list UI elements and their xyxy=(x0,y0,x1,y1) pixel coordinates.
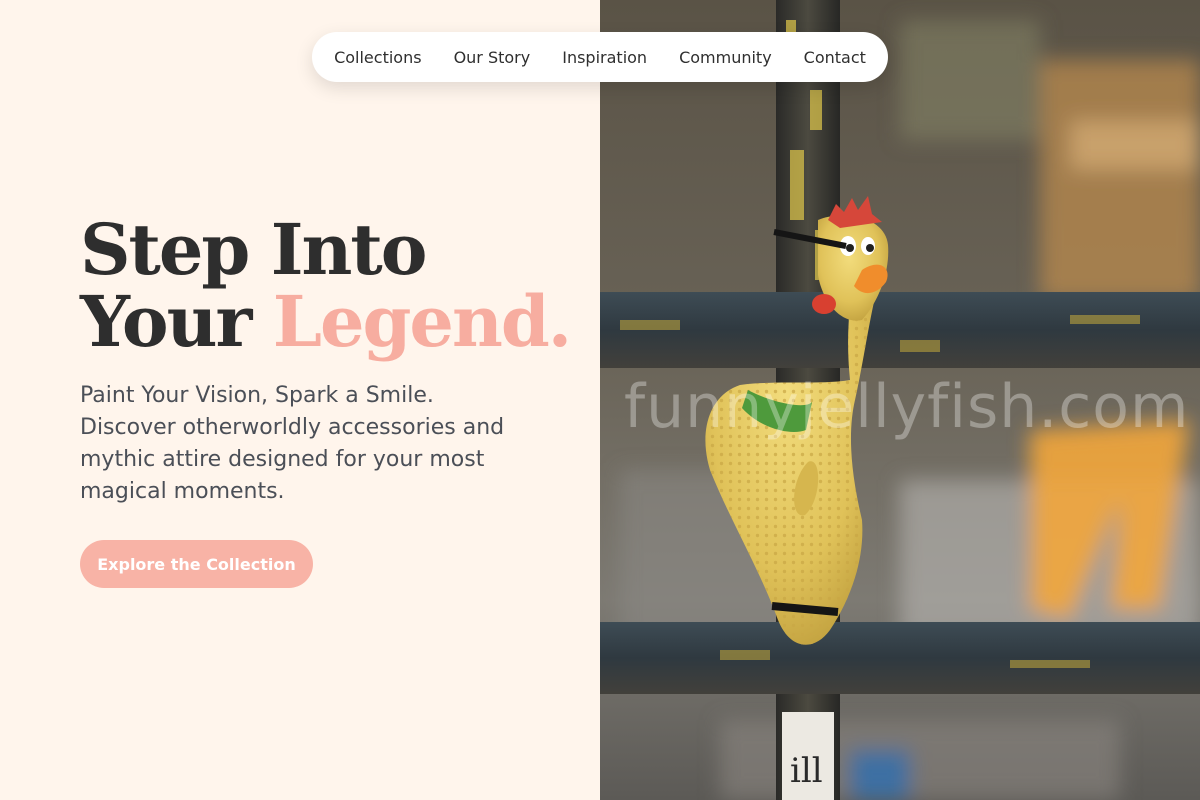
hero-title-line1: Step Into xyxy=(80,208,427,291)
nav-contact[interactable]: Contact xyxy=(804,48,866,67)
nav-inspiration[interactable]: Inspiration xyxy=(562,48,647,67)
nav-collections[interactable]: Collections xyxy=(334,48,421,67)
hero-title-line2-plain: Your xyxy=(80,280,252,363)
hero-title-accent: Legend. xyxy=(272,280,572,363)
hero-photo: ill funnyjellyfish.com xyxy=(600,0,1200,800)
hero-title: Step Into Your Legend. xyxy=(80,214,572,358)
top-navigation: Collections Our Story Inspiration Commun… xyxy=(312,32,888,82)
hero-subtitle: Paint Your Vision, Spark a Smile. Discov… xyxy=(80,383,505,504)
watermark-text: funnyjellyfish.com xyxy=(624,372,1190,442)
hero-panel: Step Into Your Legend. Paint Your Vision… xyxy=(0,0,600,800)
explore-collection-button[interactable]: Explore the Collection xyxy=(80,540,313,588)
nav-our-story[interactable]: Our Story xyxy=(454,48,531,67)
nav-community[interactable]: Community xyxy=(679,48,772,67)
svg-text:ill: ill xyxy=(790,751,823,791)
